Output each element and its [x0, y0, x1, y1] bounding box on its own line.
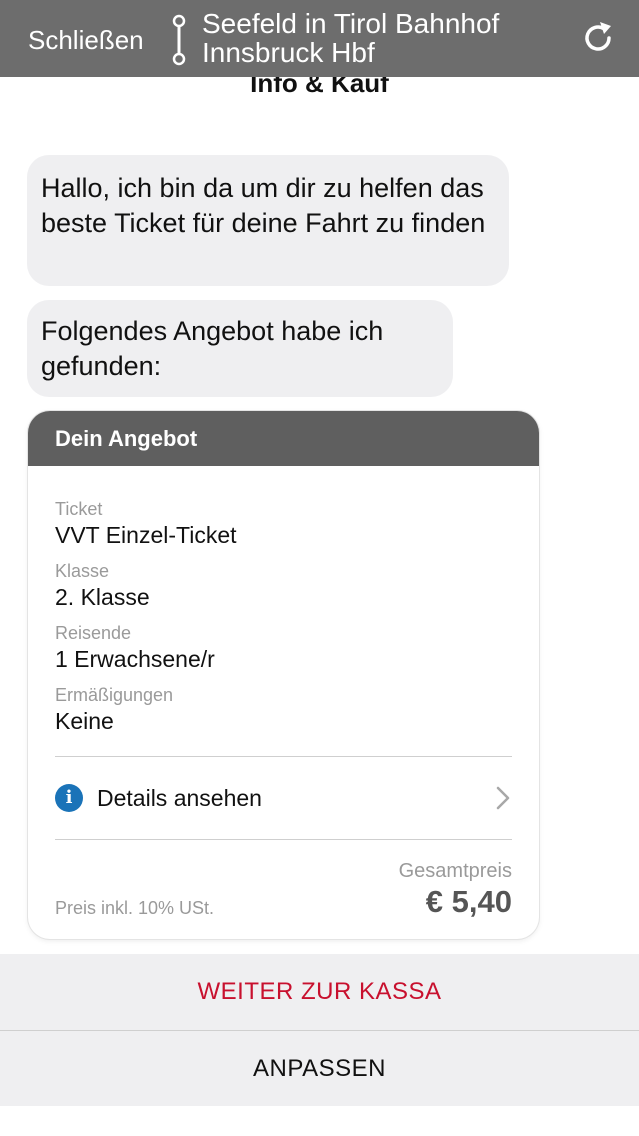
- vat-note: Preis inkl. 10% USt.: [55, 898, 215, 918]
- route-to: Innsbruck Hbf: [202, 37, 375, 68]
- total-section: Preis inkl. 10% USt. Gesamtpreis € 5,40: [55, 840, 512, 939]
- checkout-button[interactable]: WEITER ZUR KASSA: [0, 954, 639, 1030]
- class-value: 2. Klasse: [55, 584, 150, 610]
- action-sheet: WEITER ZUR KASSA ANPASSEN: [0, 954, 639, 1106]
- reload-icon[interactable]: [578, 18, 618, 58]
- top-nav-bar: Schließen Seefeld in Tirol Bahnhof Innsb…: [0, 0, 639, 77]
- info-icon: i: [55, 784, 83, 812]
- details-button[interactable]: i Details ansehen: [55, 757, 512, 839]
- route-summary: Seefeld in Tirol Bahnhof Innsbruck Hbf: [202, 9, 499, 67]
- offer-card: Dein Angebot Ticket VVT Einzel-Ticket Kl…: [28, 411, 539, 939]
- chat-message: Hallo, ich bin da um dir zu helfen das b…: [27, 155, 509, 286]
- offer-card-body: Ticket VVT Einzel-Ticket Klasse 2. Klass…: [28, 466, 539, 939]
- adjust-button[interactable]: ANPASSEN: [0, 1031, 639, 1107]
- total-label: Gesamtpreis: [398, 860, 512, 882]
- total-price: € 5,40: [425, 884, 512, 919]
- ticket-label: Ticket: [55, 499, 103, 519]
- offer-fields: Ticket VVT Einzel-Ticket Klasse 2. Klass…: [55, 466, 512, 736]
- route-icon: [172, 14, 186, 66]
- travellers-value: 1 Erwachsene/r: [55, 646, 215, 672]
- travellers-label: Reisende: [55, 623, 132, 643]
- discounts-label: Ermäßigungen: [55, 685, 174, 705]
- chevron-right-icon: [496, 786, 510, 810]
- chat-message: Folgendes Angebot habe ich gefunden:: [27, 300, 453, 397]
- details-label: Details ansehen: [97, 784, 262, 811]
- close-button[interactable]: Schließen: [28, 24, 144, 56]
- discounts-value: Keine: [55, 708, 114, 734]
- ticket-value: VVT Einzel-Ticket: [55, 522, 237, 548]
- class-label: Klasse: [55, 561, 110, 581]
- route-from: Seefeld in Tirol Bahnhof: [202, 8, 500, 39]
- offer-card-title: Dein Angebot: [28, 411, 539, 466]
